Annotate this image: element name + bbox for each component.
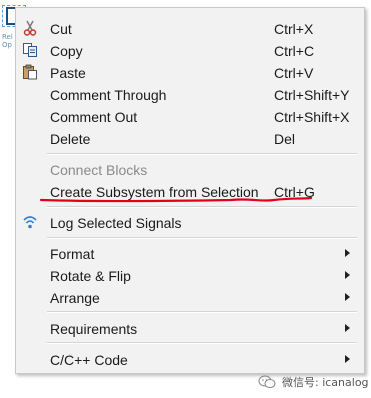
menu-separator [47, 342, 357, 344]
menu-item-log-selected-signals[interactable]: Log Selected Signals [16, 211, 364, 233]
menu-separator [47, 237, 357, 239]
context-menu: Cut Ctrl+X Copy Ctrl+C Paste Ctrl+V Comm… [15, 7, 365, 374]
menu-item-arrange[interactable]: Arrange [16, 286, 364, 308]
submenu-arrow-icon [345, 324, 350, 332]
menu-item-label: C/C++ Code [50, 352, 128, 368]
menu-item-c-code[interactable]: C/C++ Code [16, 348, 364, 370]
menu-item-label: Rotate & Flip [50, 268, 131, 284]
menu-item-label: Format [50, 246, 95, 262]
watermark-text: 微信号: icanalog [282, 376, 369, 389]
menu-item-requirements[interactable]: Requirements [16, 317, 364, 339]
menu-separator [47, 311, 357, 313]
signal-wifi-icon [22, 214, 38, 230]
menu-item-label: Log Selected Signals [50, 215, 182, 231]
submenu-arrow-icon [345, 271, 350, 279]
submenu-arrow-icon [345, 293, 350, 301]
submenu-arrow-icon [345, 355, 350, 363]
menu-item-rotate-flip[interactable]: Rotate & Flip [16, 264, 364, 286]
wechat-icon [258, 375, 276, 389]
menu-item-format[interactable]: Format [16, 242, 364, 264]
menu-separator [47, 206, 357, 208]
submenu-arrow-icon [345, 249, 350, 257]
menu-item-label: Requirements [50, 321, 138, 337]
menu-item-label: Arrange [50, 290, 100, 306]
